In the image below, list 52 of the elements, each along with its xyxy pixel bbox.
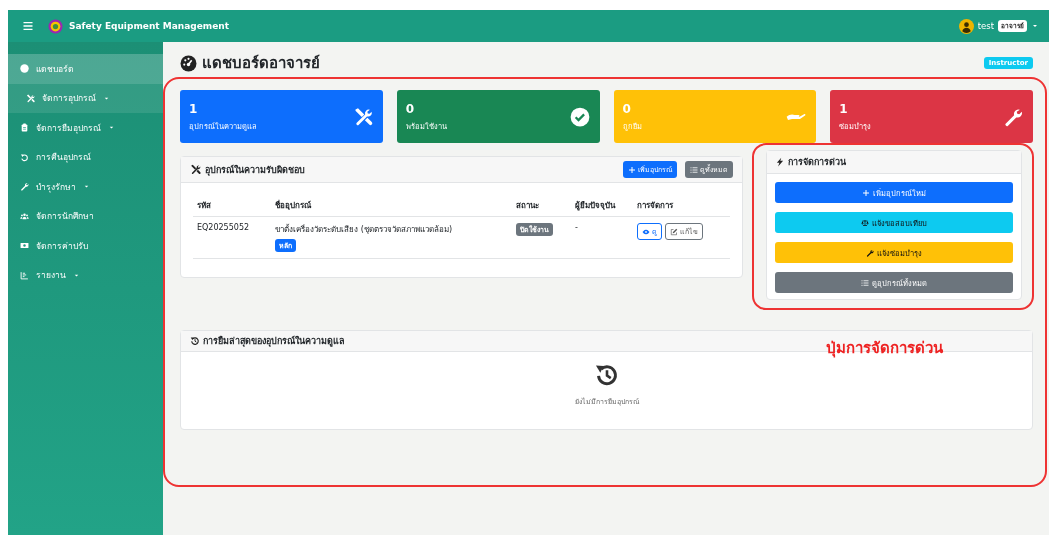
column-header: ชื่ออุปกรณ์ [271,195,513,217]
caret-icon [1031,22,1039,30]
sidebar-item[interactable]: จัดการยืมอุปกรณ์ [8,113,163,143]
user-avatar-icon [958,18,974,34]
user-name: test [977,21,994,31]
sidebar-item[interactable]: บำรุงรักษา [8,172,163,202]
history-icon [190,336,200,346]
annotation-label: ปุ่มการจัดการด่วน [826,338,943,360]
tools-icon [26,93,35,103]
plus-icon [628,165,636,174]
clipboard-icon [20,123,29,133]
users-icon [20,211,29,221]
edit-icon [670,227,679,236]
menu-button[interactable] [22,20,34,32]
chart-icon [20,270,29,280]
sidebar-item[interactable]: การคืนอุปกรณ์ [8,142,163,172]
stat-value: 1 [189,101,199,116]
app-title: Safety Equipment Management [69,21,229,31]
banknote-icon [20,241,29,251]
page-title: แดชบอร์ดอาจารย์ [202,53,321,74]
column-header: สถานะ [512,195,571,217]
tools-icon [190,164,201,175]
stat-value: 0 [622,101,632,116]
column-header: ผู้ยืมปัจจุบัน [570,195,634,217]
wrench-icon [20,182,29,192]
hand-icon [786,112,807,121]
return-icon [20,152,29,162]
table-cell: - [570,216,634,259]
sidebar-item[interactable]: จัดการค่าปรับ [8,231,163,261]
column-header: การจัดการ [633,195,730,217]
sidebar-item[interactable]: จัดการนักศึกษา [8,201,163,231]
logo-icon [48,18,63,34]
check-circle-icon [569,106,590,127]
wrench-icon [866,248,874,257]
equipment-name: ขาตั้งเครื่องวัดระดับเสียง (ชุดตรวจวัดสภาพแวดล้อม) [275,223,454,236]
menu-icon [22,20,34,32]
list-icon [690,165,698,174]
card-title: อุปกรณ์ในความรับผิดชอบ [205,163,306,177]
stat-value: 0 [405,101,416,116]
wrench-icon [1003,106,1023,127]
sidebar-item[interactable]: รายงาน [8,260,163,290]
card-title: การจัดการด่วน [788,156,846,169]
sidebar-item[interactable]: แดชบอร์ด [8,54,163,84]
eye-icon [642,227,651,236]
list-icon [861,278,869,287]
bolt-icon [775,157,785,167]
table-cell: EQ20255052 [193,216,272,259]
column-header: รหัส [193,195,272,217]
stat-value: 1 [839,101,849,116]
card-title: การยืมล่าสุดของอุปกรณ์ในความดูแล [203,334,345,348]
sidebar-item[interactable]: จัดการอุปกรณ์ [8,83,163,113]
plus-icon [862,188,870,197]
